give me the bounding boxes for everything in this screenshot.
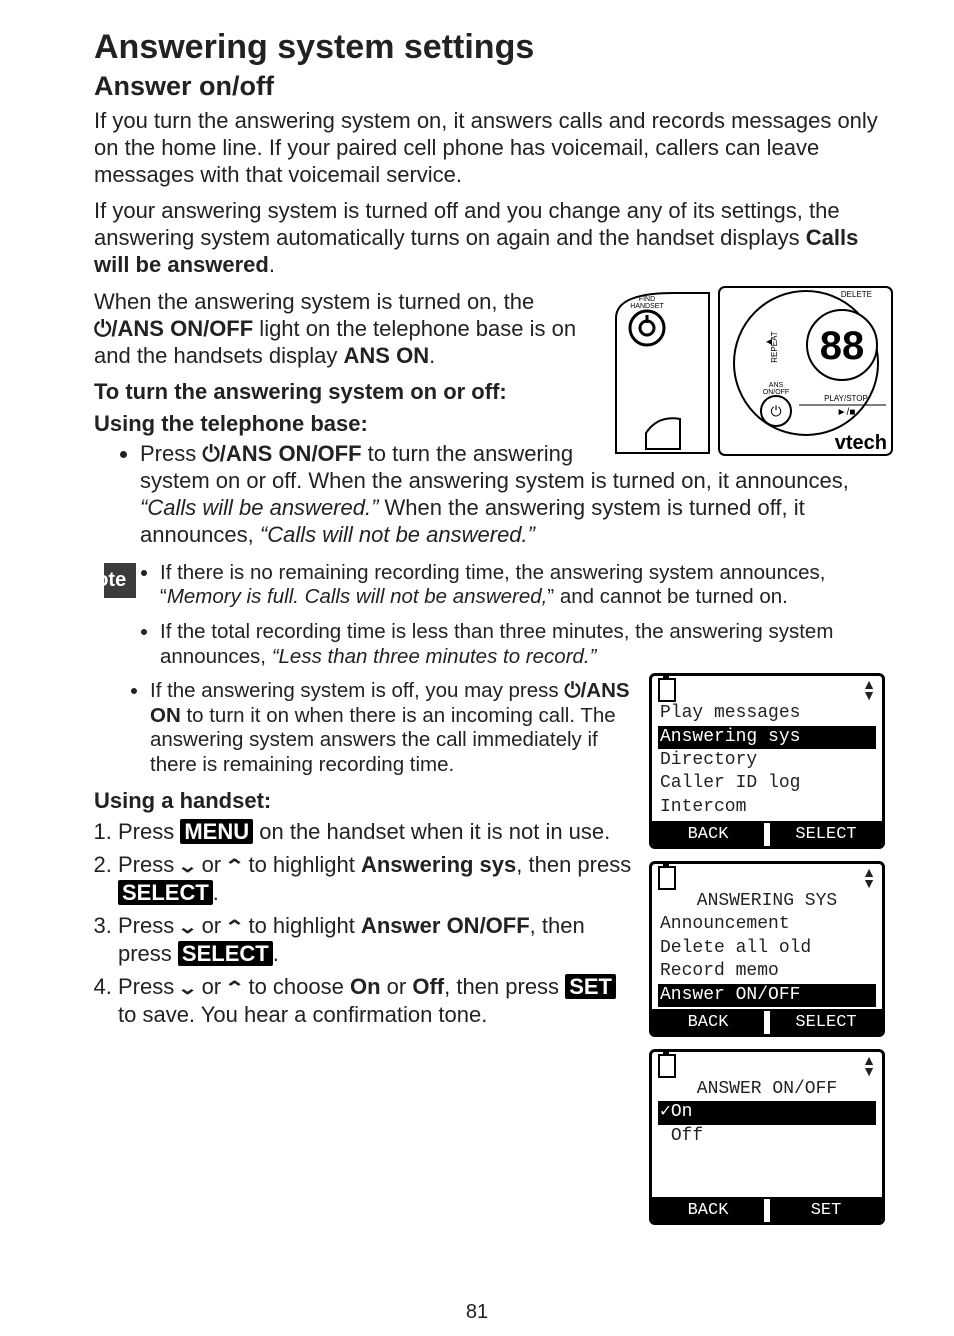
note1-b: ” and cannot be turned on. [547,585,788,608]
note3-b: to turn it on when there is an incoming … [150,704,616,776]
select-key: SELECT [118,880,213,905]
para3-bold2: ANS ON [344,343,430,368]
menu-record-memo: Record memo [658,960,876,983]
note3-a: If the answering system is off, you may … [150,679,564,702]
find-handset-label: FIND [639,296,655,303]
step2-tail: . [213,880,219,905]
scroll-arrows-icon: ▲▼ [862,1055,876,1077]
battery-icon [658,678,676,702]
step3-bold: Answer ON/OFF [361,913,530,938]
power-icon: ⏻ [94,316,111,341]
screen-answering-sys: ▲▼ ANSWERING SYS Announcement Delete all… [649,861,885,1037]
page-number: 81 [0,1301,954,1324]
base-bullet-a: Press [140,441,202,466]
message-counter: 88 [820,324,865,368]
step1-a: Press [118,819,180,844]
menu-key: MENU [180,819,253,844]
menu-delete-all-old: Delete all old [658,937,876,960]
step3-b: or [195,913,227,938]
screen-main-menu: ▲▼ Play messages Answering sys Directory… [649,673,885,849]
step4-e: to save. You hear a confirmation tone. [118,1002,487,1027]
screen2-title: ANSWERING SYS [658,890,876,913]
step2-a: Press [118,852,180,877]
step4-d: , then press [444,974,565,999]
check-icon: ✓ [660,1102,671,1122]
base-bullet-quote2: “Calls will not be answered.” [260,522,535,547]
intro-paragraph-1: If you turn the answering system on, it … [94,108,894,188]
softkey-back[interactable]: BACK [652,823,770,846]
scroll-arrows-icon: ▲▼ [862,867,876,889]
power-icon: ⏻ [770,403,781,419]
telephone-base-illustration: FIND HANDSET 88 DELETE REPEAT ◂ ⏻ ANS ON… [614,283,894,458]
svg-text:►/■: ►/■ [837,407,856,418]
svg-text:HANDSET: HANDSET [630,303,664,310]
option-on-selected: ✓On [658,1101,876,1124]
para3-a: When the answering system is turned on, … [94,289,534,314]
softkey-select[interactable]: SELECT [770,1011,882,1034]
up-chevron-icon: ⌃ [224,916,245,939]
step4-a: Press [118,974,180,999]
scroll-arrows-icon: ▲▼ [862,679,876,701]
menu-answer-onoff-selected: Answer ON/OFF [658,984,876,1007]
step4-mid: or [381,974,413,999]
para2-tail: . [269,252,275,277]
section-subtitle: Answer on/off [94,71,894,102]
para3-tail: . [429,343,435,368]
down-chevron-icon: ⌄ [177,977,198,1000]
menu-announcement: Announcement [658,913,876,936]
option-off: Off [658,1125,876,1148]
page-title: Answering system settings [94,28,894,67]
step2-b: or [195,852,227,877]
step2-c: to highlight [242,852,361,877]
select-key: SELECT [178,941,273,966]
intro-paragraph-2: If your answering system is turned off a… [94,198,894,278]
step4-bold1: On [350,974,381,999]
svg-text:ON/OFF: ON/OFF [763,389,789,396]
brand-label: vtech [835,432,887,454]
up-chevron-icon: ⌃ [224,977,245,1000]
para2-text: If your answering system is turned off a… [94,198,840,250]
note2-it: “Less than three minutes to record.” [272,645,597,668]
battery-icon [658,866,676,890]
softkey-set[interactable]: SET [770,1199,882,1222]
svg-text:◂: ◂ [766,334,772,348]
softkey-back[interactable]: BACK [652,1199,770,1222]
screen-answer-onoff: ▲▼ ANSWER ON/OFF ✓On Off BACK SET [649,1049,885,1225]
softkey-back[interactable]: BACK [652,1011,770,1034]
step3-a: Press [118,913,180,938]
step4-b: or [195,974,227,999]
menu-intercom: Intercom [658,796,876,819]
step4-c: to choose [242,974,350,999]
handset-screens-column: ▲▼ Play messages Answering sys Directory… [649,673,894,1237]
power-icon: ⏻ [564,679,580,702]
screen3-title: ANSWER ON/OFF [658,1078,876,1101]
playstop-label: PLAY/STOP [824,394,868,403]
up-chevron-icon: ⌃ [224,855,245,878]
step2-d: , then press [516,852,631,877]
softkey-select[interactable]: SELECT [770,823,882,846]
menu-caller-id-log: Caller ID log [658,772,876,795]
step3-tail: . [273,941,279,966]
step1-b: on the handset when it is not in use. [253,819,610,844]
note-badge: note [104,563,136,598]
power-icon: ⏻ [202,441,219,466]
para3-iconlabel: /ANS ON/OFF [111,316,253,341]
battery-icon [658,1054,676,1078]
note-2: If the total recording time is less than… [160,620,894,669]
note-1: If there is no remaining recording time,… [160,561,894,610]
svg-text:ANS: ANS [769,382,784,389]
down-chevron-icon: ⌄ [177,855,198,878]
menu-play-messages: Play messages [658,702,876,725]
menu-answering-sys-selected: Answering sys [658,726,876,749]
delete-label: DELETE [841,290,872,299]
menu-directory: Directory [658,749,876,772]
step3-c: to highlight [242,913,361,938]
set-key: SET [565,974,616,999]
step4-bold2: Off [412,974,444,999]
step2-bold: Answering sys [361,852,516,877]
down-chevron-icon: ⌄ [177,916,198,939]
base-bullet-icon: /ANS ON/OFF [220,441,362,466]
note1-it: Memory is full. Calls will not be answer… [167,585,548,608]
base-bullet-quote1: “Calls will be answered.” [140,495,378,520]
